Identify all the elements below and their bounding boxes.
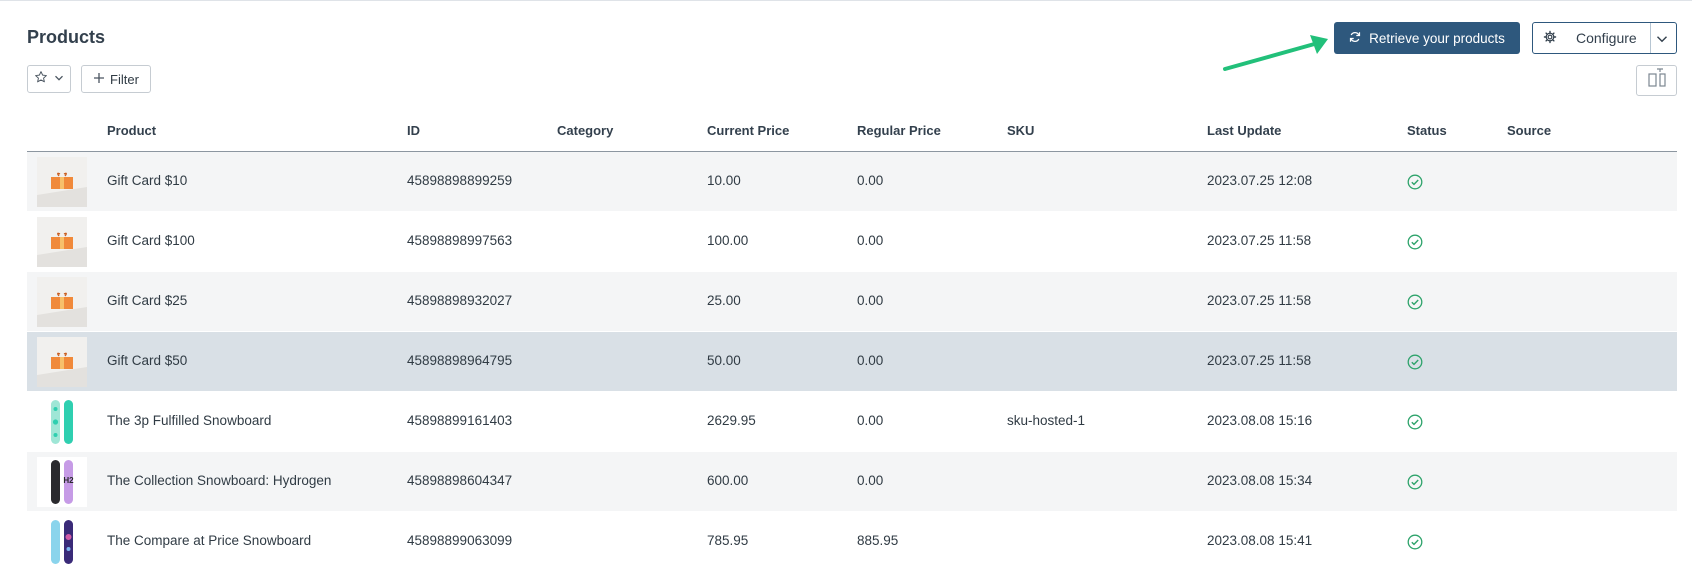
regular-price: 0.00 <box>857 233 884 248</box>
product-name[interactable]: Gift Card $10 <box>107 173 187 188</box>
product-id: 45898899161403 <box>407 413 513 428</box>
plus-icon <box>93 72 105 87</box>
current-price: 2629.95 <box>707 413 756 428</box>
refresh-icon <box>1349 31 1361 46</box>
last-update: 2023.07.25 11:58 <box>1207 293 1312 308</box>
last-update: 2023.08.08 15:16 <box>1207 413 1313 428</box>
column-header-id[interactable]: ID <box>407 123 420 138</box>
table-row[interactable]: Gift Card $50 45898898964795 50.00 0.00 … <box>27 332 1677 392</box>
column-header-sku[interactable]: SKU <box>1007 123 1034 138</box>
current-price: 100.00 <box>707 233 749 248</box>
table-row[interactable]: Gift Card $100 45898898997563 100.00 0.0… <box>27 212 1677 272</box>
table-row[interactable]: The Compare at Price Snowboard 458988990… <box>27 512 1677 572</box>
svg-text:H2: H2 <box>63 476 74 485</box>
product-id: 45898898997563 <box>407 233 513 248</box>
configure-label: Configure <box>1576 30 1637 46</box>
regular-price: 0.00 <box>857 293 884 308</box>
product-id: 45898898932027 <box>407 293 513 308</box>
current-price: 600.00 <box>707 473 749 488</box>
product-name[interactable]: Gift Card $50 <box>107 353 187 368</box>
current-price: 10.00 <box>707 173 741 188</box>
retrieve-products-button[interactable]: Retrieve your products <box>1334 22 1520 54</box>
last-update: 2023.07.25 12:08 <box>1207 173 1313 188</box>
favorites-dropdown[interactable] <box>27 65 71 93</box>
configure-button[interactable]: Configure <box>1532 22 1677 54</box>
product-id: 45898898604347 <box>407 473 513 488</box>
column-header-status[interactable]: Status <box>1407 123 1447 138</box>
table-row[interactable]: Gift Card $10 45898898899259 10.00 0.00 … <box>27 152 1677 212</box>
gift-card-thumbnail <box>37 157 87 207</box>
product-sku: sku-hosted-1 <box>1007 413 1086 428</box>
last-update: 2023.07.25 11:58 <box>1207 353 1312 368</box>
product-name[interactable]: The Compare at Price Snowboard <box>107 533 311 548</box>
product-name[interactable]: Gift Card $100 <box>107 233 195 248</box>
column-header-product[interactable]: Product <box>107 123 156 138</box>
regular-price: 0.00 <box>857 473 884 488</box>
filter-label: Filter <box>110 71 139 87</box>
last-update: 2023.08.08 15:41 <box>1207 533 1313 548</box>
regular-price: 0.00 <box>857 413 884 428</box>
column-header-last-update[interactable]: Last Update <box>1207 123 1281 138</box>
regular-price: 0.00 <box>857 353 884 368</box>
column-header-regular-price[interactable]: Regular Price <box>857 123 941 138</box>
products-table: Product ID Category Current Price Regula… <box>27 112 1677 572</box>
check-icon <box>1407 414 1423 435</box>
retrieve-label: Retrieve your products <box>1369 30 1505 46</box>
snowboard-thumbnail <box>37 517 87 567</box>
last-update: 2023.07.25 11:58 <box>1207 233 1312 248</box>
arrow-annotation <box>1223 35 1328 71</box>
check-icon <box>1407 294 1423 315</box>
filter-button[interactable]: Filter <box>81 65 151 93</box>
snowboard-thumbnail <box>37 397 87 447</box>
chevron-down-icon <box>54 70 64 88</box>
regular-price: 0.00 <box>857 173 884 188</box>
product-id: 45898898964795 <box>407 353 513 368</box>
column-header-category[interactable]: Category <box>557 123 613 138</box>
table-row[interactable]: Gift Card $25 45898898932027 25.00 0.00 … <box>27 272 1677 332</box>
check-icon <box>1407 234 1423 255</box>
page-title: Products <box>27 27 106 47</box>
table-row[interactable]: The 3p Fulfilled Snowboard 4589889916140… <box>27 392 1677 452</box>
chevron-down-icon[interactable] <box>1655 32 1669 49</box>
current-price: 50.00 <box>707 353 741 368</box>
current-price: 25.00 <box>707 293 741 308</box>
gift-card-thumbnail <box>37 337 87 387</box>
product-name[interactable]: The 3p Fulfilled Snowboard <box>107 413 271 428</box>
product-id: 45898898899259 <box>407 173 513 188</box>
configure-divider <box>1650 23 1651 53</box>
column-settings-button[interactable] <box>1636 65 1677 96</box>
check-icon <box>1407 174 1423 195</box>
snowboard-thumbnail: H2 <box>37 457 87 507</box>
column-header-current-price[interactable]: Current Price <box>707 123 789 138</box>
column-header-source[interactable]: Source <box>1507 123 1551 138</box>
gift-card-thumbnail <box>37 217 87 267</box>
last-update: 2023.08.08 15:34 <box>1207 473 1313 488</box>
gift-card-thumbnail <box>37 277 87 327</box>
top-divider <box>0 0 1692 1</box>
columns-icon <box>1646 68 1668 93</box>
check-icon <box>1407 534 1423 555</box>
regular-price: 885.95 <box>857 533 899 548</box>
star-icon <box>34 70 48 89</box>
check-icon <box>1407 354 1423 375</box>
gear-icon <box>1543 30 1557 47</box>
current-price: 785.95 <box>707 533 749 548</box>
product-name[interactable]: Gift Card $25 <box>107 293 187 308</box>
product-id: 45898899063099 <box>407 533 513 548</box>
table-header: Product ID Category Current Price Regula… <box>27 112 1677 152</box>
check-icon <box>1407 474 1423 495</box>
table-row[interactable]: H2 The Collection Snowboard: Hydrogen 45… <box>27 452 1677 512</box>
product-name[interactable]: The Collection Snowboard: Hydrogen <box>107 473 331 488</box>
